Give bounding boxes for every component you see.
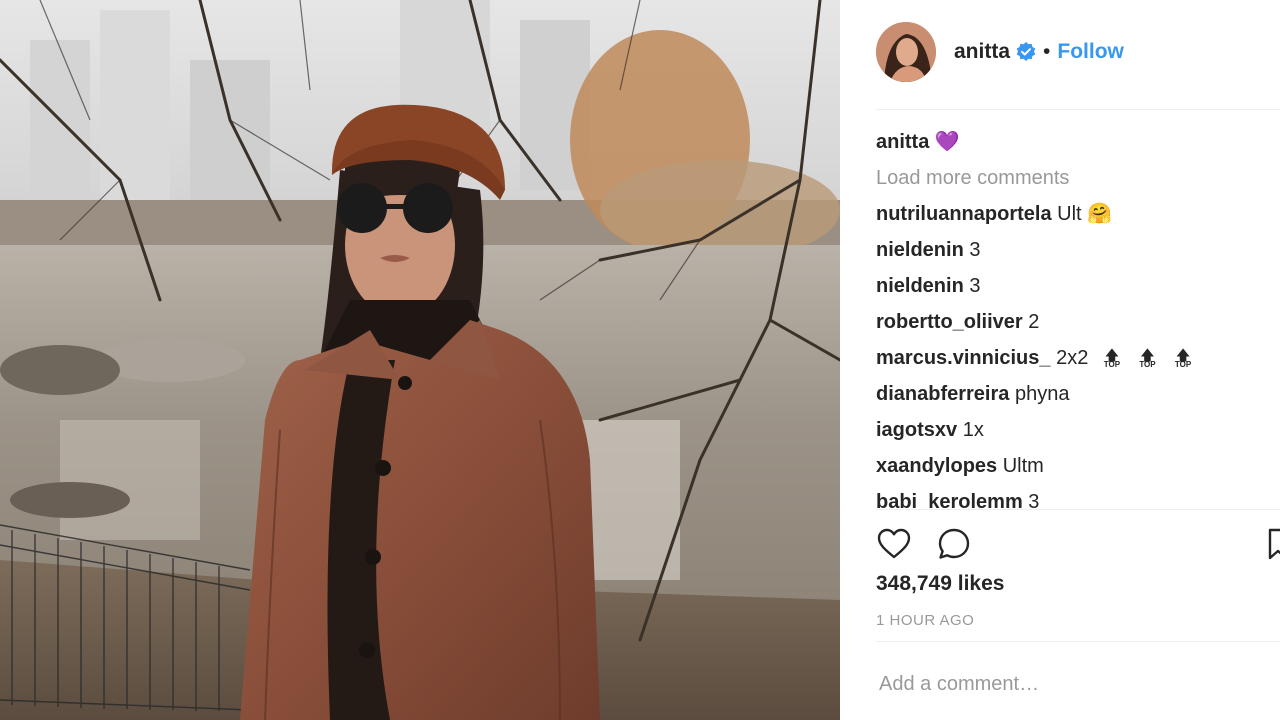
action-bar [876,524,1280,564]
header-divider [876,109,1280,110]
comment-text: Ultm [1002,455,1044,477]
caption: anitta 💜 [876,124,1280,160]
add-comment-input[interactable] [876,666,1259,702]
comment-item: iagotsxv 1x [876,412,1280,448]
header-separator: • [1043,40,1051,63]
author-username[interactable]: anitta [954,40,1010,64]
post-photo[interactable] [0,0,840,720]
verified-badge-icon [1016,42,1036,61]
footer-divider [876,641,1280,642]
comment-icon[interactable] [936,526,972,562]
comment-username[interactable]: iagotsxv [876,419,957,441]
save-icon[interactable] [1268,526,1280,562]
comment-item: dianabferreira phyna [876,376,1280,412]
post-side-panel: anitta • Follow anitta 💜 Load more comme… [840,0,1280,720]
comment-username[interactable]: dianabferreira [876,383,1009,405]
comment-item: robertto_oliiver 2 [876,304,1280,340]
load-more-comments-button[interactable]: Load more comments [876,160,1280,196]
author-avatar[interactable] [876,22,936,82]
comment-username[interactable]: nutriluannaportela [876,203,1052,225]
top-arrow-icon: 🡅 TOP [1139,347,1156,369]
comments-list[interactable]: anitta 💜 Load more comments nutriluannap… [876,124,1280,508]
comment-item: nieldenin 3 [876,232,1280,268]
comment-username[interactable]: marcus.vinnicius_ [876,347,1051,369]
likes-count[interactable]: 348,749 likes [876,572,1004,596]
comment-text: 2 [1028,311,1040,333]
heart-icon[interactable] [876,526,912,562]
comment-text: 1x [962,419,984,441]
comment-username[interactable]: babi_kerolemm [876,491,1023,508]
comment-item: marcus.vinnicius_ 2x2 🡅 TOP 🡅 TOP 🡅 TOP [876,340,1280,376]
comment-username[interactable]: xaandylopes [876,455,997,477]
comment-item: xaandylopes Ultm [876,448,1280,484]
comment-text: 3 [969,239,981,261]
comment-text: 3 [969,275,981,297]
follow-button[interactable]: Follow [1057,40,1124,64]
comment-username[interactable]: nieldenin [876,239,964,261]
comment-text: Ult 🤗 [1057,203,1113,225]
top-arrow-icon: 🡅 TOP [1103,347,1121,369]
comment-item: nutriluannaportela Ult 🤗 [876,196,1280,232]
comment-text: phyna [1014,383,1070,405]
comment-text: 2x2 [1056,347,1089,369]
comment-username[interactable]: nieldenin [876,275,964,297]
post-header: anitta • Follow [876,20,1280,84]
comment-username[interactable]: robertto_oliiver [876,311,1023,333]
post-timestamp[interactable]: 1 HOUR AGO [876,612,974,629]
top-arrow-icon: 🡅 TOP [1174,347,1192,369]
caption-text: 💜 [934,131,960,153]
comments-divider [876,509,1280,510]
comment-item: nieldenin 3 [876,268,1280,304]
comment-item: babi_kerolemm 3 [876,484,1280,508]
caption-username[interactable]: anitta [876,131,929,153]
comment-text: 3 [1028,491,1040,508]
